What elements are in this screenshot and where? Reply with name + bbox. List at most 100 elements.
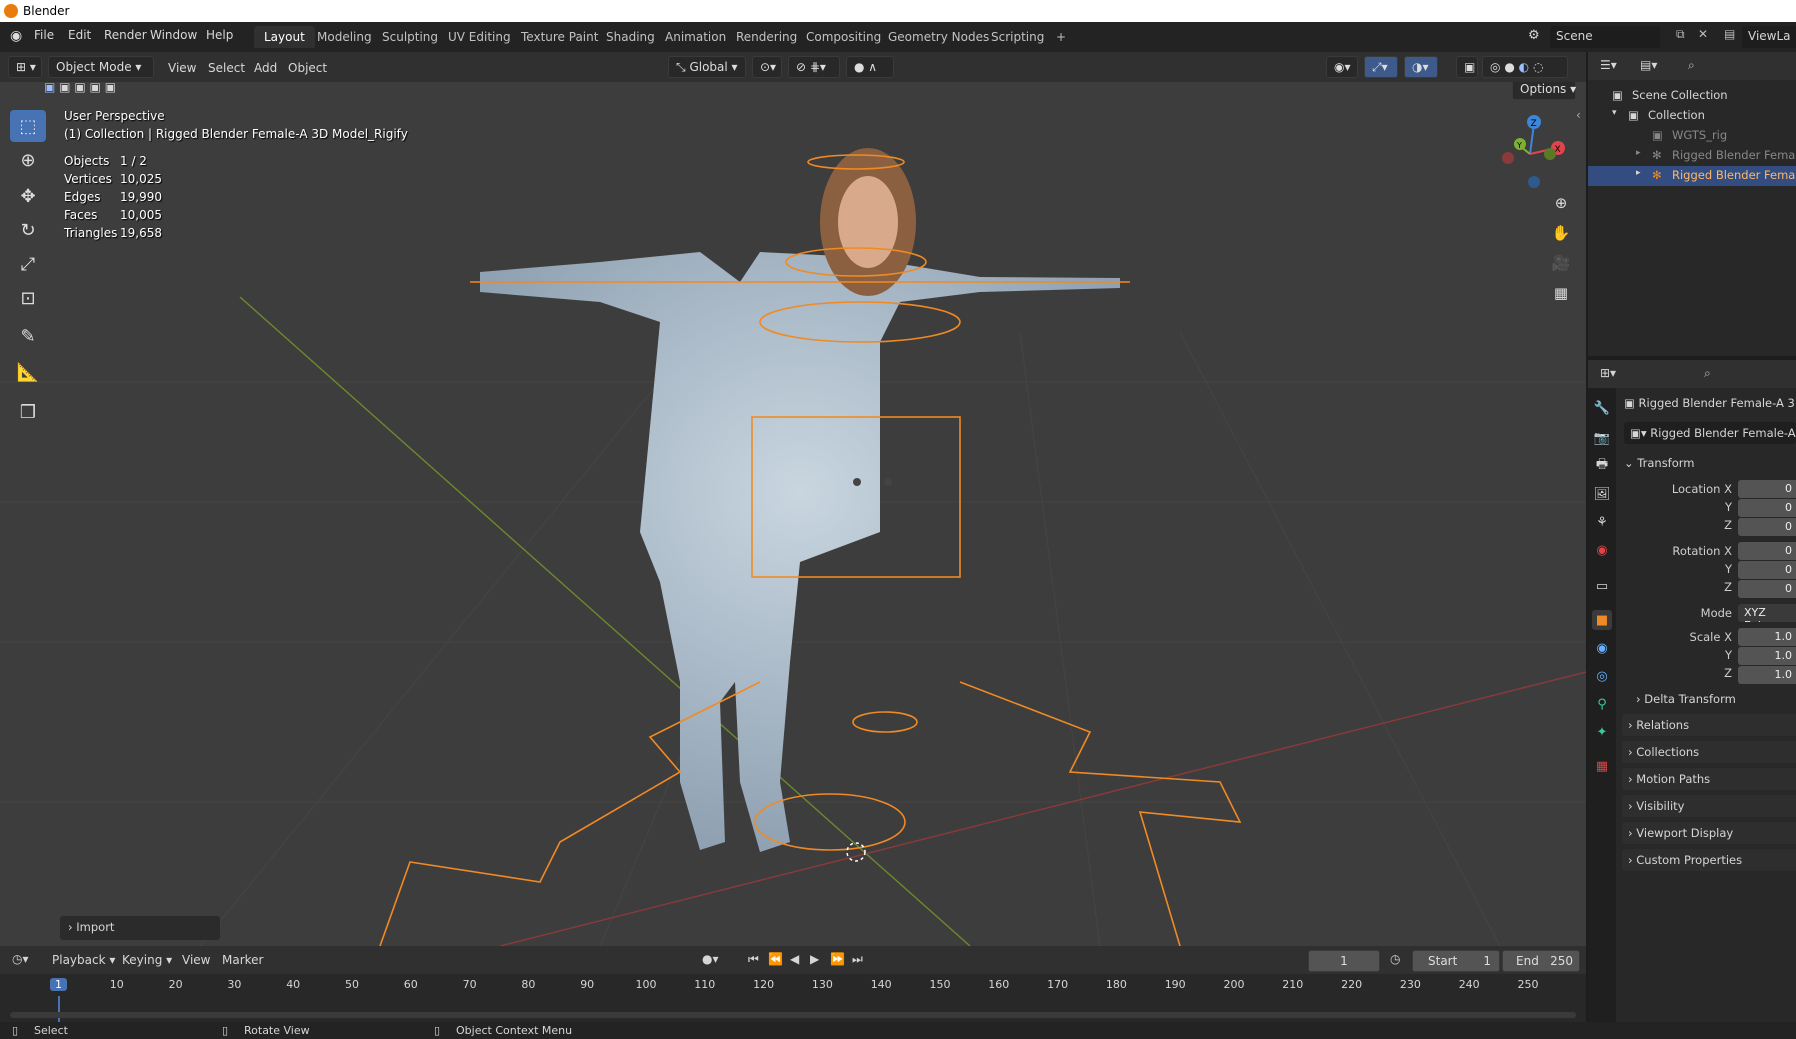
outliner-row[interactable]: ▣ Scene Collection [1588, 86, 1796, 106]
output-tab-icon[interactable]: 🖶 [1592, 456, 1612, 476]
outliner-row[interactable]: ▣ WGTS_rig [1588, 126, 1796, 146]
viewlayer-icon[interactable]: ▤ [1724, 27, 1735, 41]
tab-uv-editing[interactable]: UV Editing [438, 26, 521, 48]
material-shading-icon[interactable]: ◐ [1519, 60, 1529, 74]
timeline-editor-icon[interactable]: ◷▾ [12, 952, 29, 966]
outliner-row[interactable]: ▸ ✻ Rigged Blender Female-A [1588, 146, 1796, 166]
location-z-field[interactable]: 0 [1738, 518, 1796, 536]
jump-start-icon[interactable]: ⏮ [748, 952, 759, 967]
tab-scripting[interactable]: Scripting [981, 26, 1054, 48]
world-tab-icon[interactable]: ◉ [1592, 540, 1612, 560]
xray-toggle[interactable]: ▣ [1456, 56, 1478, 78]
collection-tab-icon[interactable]: ▭ [1592, 576, 1612, 596]
viewlayer-selector[interactable]: ViewLa [1742, 26, 1796, 48]
rotation-z-field[interactable]: 0 [1738, 580, 1796, 598]
add-workspace-button[interactable]: + [1046, 26, 1076, 48]
menu-view[interactable]: View [168, 61, 196, 75]
start-frame-field[interactable]: Start 1 [1412, 950, 1500, 972]
tab-modeling[interactable]: Modeling [307, 26, 382, 48]
frame-ruler[interactable]: 1 10 20 30 40 50 60 70 80 90 100 110 120 130 140 150 160… [0, 974, 1586, 998]
shading-modes[interactable]: ◎ ● ◐ ◌ [1482, 56, 1568, 78]
pivot-dropdown[interactable]: ⊙▾ [752, 56, 782, 78]
motion-paths-panel[interactable]: › Motion Paths [1622, 768, 1796, 790]
solid-shading-icon[interactable]: ● [1504, 60, 1514, 74]
move-tool-icon[interactable]: ✥ [10, 180, 46, 212]
search-icon[interactable]: ⌕ [1704, 366, 1711, 381]
preview-range-icon[interactable]: ◷ [1390, 952, 1400, 966]
chevron-down-icon[interactable]: ▾ [1612, 108, 1617, 118]
transform-tool-icon[interactable]: ⊡ [10, 282, 46, 314]
camera-view-icon[interactable]: 🎥 [1548, 250, 1574, 276]
menu-window[interactable]: Window [150, 28, 197, 42]
menu-keying[interactable]: Keying ▾ [122, 953, 172, 967]
properties-editor-icon[interactable]: ⊞▾ [1600, 366, 1616, 380]
scale-y-field[interactable]: 1.0 [1738, 647, 1796, 665]
outliner-row-selected[interactable]: ▸ ✻ Rigged Blender Female-A [1588, 166, 1796, 186]
menu-render[interactable]: Render [104, 28, 147, 42]
menu-add[interactable]: Add [254, 61, 277, 75]
location-x-field[interactable]: 0 [1738, 480, 1796, 498]
outliner-editor-icon[interactable]: ☰▾ [1600, 58, 1617, 72]
play-icon[interactable]: ▶ [810, 952, 819, 966]
scene-selector[interactable]: Scene [1550, 26, 1660, 48]
chevron-right-icon[interactable]: ▸ [1636, 168, 1641, 178]
add-cube-tool-icon[interactable]: ❒ [10, 396, 46, 428]
visibility-dropdown[interactable]: ◉▾ [1326, 56, 1358, 78]
menu-help[interactable]: Help [206, 28, 233, 42]
new-scene-icon[interactable]: ⧉ [1676, 27, 1685, 42]
rotate-tool-icon[interactable]: ↻ [10, 214, 46, 246]
last-operator-panel[interactable]: › Import [60, 916, 220, 940]
scene-icon[interactable]: ⚙ [1528, 28, 1540, 43]
object-name-row[interactable]: ▣ Rigged Blender Female-A 3D [1624, 396, 1796, 410]
menu-file[interactable]: File [34, 28, 54, 42]
scale-z-field[interactable]: 1.0 [1738, 666, 1796, 684]
search-icon[interactable]: ⌕ [1688, 58, 1695, 73]
menu-playback[interactable]: Playback ▾ [52, 953, 115, 967]
ortho-grid-icon[interactable]: ▦ [1548, 280, 1574, 306]
modifier-tab-icon[interactable]: ◉ [1592, 638, 1612, 658]
3d-viewport[interactable]: ▣ ▣ ▣ ▣ ▣ ⬚ ⊕ ✥ ↻ ⤢ ⊡ ✎ 📐 ❒ User Perspec… [0, 82, 1586, 946]
collections-panel[interactable]: › Collections [1622, 741, 1796, 763]
proportional-editing[interactable]: ● ∧ [846, 56, 894, 78]
view-layer-tab-icon[interactable]: 🖼 [1592, 484, 1612, 504]
navigation-gizmo[interactable]: Z X Y [1490, 110, 1570, 190]
menu-edit[interactable]: Edit [68, 28, 91, 42]
timeline-scrollbar[interactable] [10, 1012, 1576, 1018]
rotation-x-field[interactable]: 0 [1738, 542, 1796, 560]
texture-tab-icon[interactable]: ▦ [1592, 756, 1612, 776]
physics-tab-icon[interactable]: ◎ [1592, 666, 1612, 686]
scale-x-field[interactable]: 1.0 [1738, 628, 1796, 646]
jump-end-icon[interactable]: ⏭ [852, 952, 863, 967]
orientation-dropdown[interactable]: ⤡ Global ▾ [668, 56, 746, 78]
transform-panel-header[interactable]: ⌄ Transform [1624, 456, 1695, 470]
outliner-row[interactable]: ▾ ▣ Collection [1588, 106, 1796, 126]
zoom-icon[interactable]: ⊕ [1548, 190, 1574, 216]
tab-compositing[interactable]: Compositing [796, 26, 891, 48]
gizmo-toggle[interactable]: ⤢▾ [1364, 56, 1398, 78]
object-datablock-field[interactable]: ▣▾ Rigged Blender Female-A 3 [1624, 422, 1796, 444]
render-tab-icon[interactable]: 📷 [1592, 428, 1612, 448]
pan-hand-icon[interactable]: ✋ [1548, 220, 1574, 246]
rotation-y-field[interactable]: 0 [1738, 561, 1796, 579]
tab-texture-paint[interactable]: Texture Paint [511, 26, 608, 48]
chevron-right-icon[interactable]: ▸ [1636, 148, 1641, 158]
cursor-tool-icon[interactable]: ⊕ [10, 144, 46, 176]
tab-layout[interactable]: Layout [254, 26, 315, 48]
display-mode-icon[interactable]: ▤▾ [1640, 58, 1657, 72]
menu-object[interactable]: Object [288, 61, 327, 75]
options-dropdown[interactable]: Options ▾ [1512, 82, 1576, 100]
record-icon[interactable]: ●▾ [702, 952, 719, 966]
jump-keyframe-back-icon[interactable]: ⏪ [768, 952, 783, 966]
playhead[interactable] [58, 996, 60, 1022]
relations-panel[interactable]: › Relations [1622, 714, 1796, 736]
location-y-field[interactable]: 0 [1738, 499, 1796, 517]
scene-tab-icon[interactable]: ⚘ [1592, 512, 1612, 532]
annotate-tool-icon[interactable]: ✎ [10, 320, 46, 352]
menu-select[interactable]: Select [208, 61, 245, 75]
tab-sculpting[interactable]: Sculpting [372, 26, 448, 48]
select-box-tool-icon[interactable]: ⬚ [10, 110, 46, 142]
armature-data-tab-icon[interactable]: ✦ [1592, 722, 1612, 742]
constraints-tab-icon[interactable]: ⚲ [1592, 694, 1612, 714]
end-frame-field[interactable]: End 250 [1502, 950, 1580, 972]
wireframe-shading-icon[interactable]: ◎ [1490, 60, 1500, 74]
